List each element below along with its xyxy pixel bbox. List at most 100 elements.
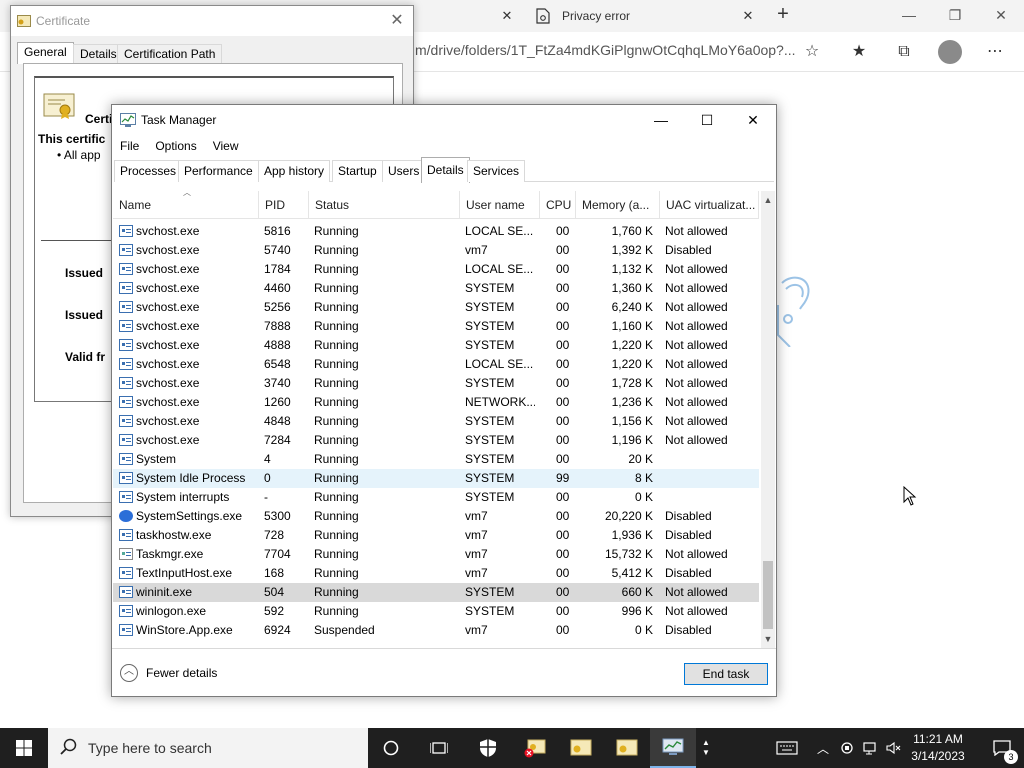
end-task-button[interactable]: End task [684, 663, 768, 685]
table-row[interactable]: svchost.exe 3740 Running SYSTEM 00 1,728 K Not… [113, 374, 759, 393]
collections-icon[interactable]: ⧉ [892, 40, 916, 64]
chevron-up-icon[interactable]: ▲ [702, 738, 710, 748]
close-button[interactable]: ✕ [978, 0, 1024, 32]
service-icon [119, 434, 133, 446]
close-icon[interactable]: ✕ [387, 11, 407, 31]
tray-icon-network[interactable] [860, 728, 882, 768]
vertical-scrollbar[interactable]: ▲ ▼ [761, 191, 775, 648]
taskbar-app-security[interactable] [465, 728, 511, 768]
table-row[interactable]: winlogon.exe 592 Running SYSTEM 00 996 K Not a… [113, 602, 759, 621]
taskbar-app-certificate-2[interactable] [604, 728, 650, 768]
cortana-button[interactable] [368, 728, 414, 768]
tab-users[interactable]: Users [382, 160, 426, 182]
column-header-memory[interactable]: Memory (a... [576, 191, 660, 219]
column-header-user-name[interactable]: User name [460, 191, 540, 219]
process-name: wininit.exe [136, 585, 193, 599]
task-view-button[interactable] [416, 728, 462, 768]
minimize-button[interactable]: — [638, 105, 684, 135]
more-options-icon[interactable]: ⋯ [983, 40, 1007, 64]
column-header-name[interactable]: ︿ Name [113, 191, 259, 219]
table-row[interactable]: svchost.exe 4888 Running SYSTEM 00 1,220 K Not… [113, 336, 759, 355]
column-header-pid[interactable]: PID [259, 191, 309, 219]
table-row[interactable]: svchost.exe 7888 Running SYSTEM 00 1,160 K Not… [113, 317, 759, 336]
tab-startup[interactable]: Startup [332, 160, 383, 182]
table-row[interactable]: TextInputHost.exe 168 Running vm7 00 5,412 K D… [113, 564, 759, 583]
close-icon[interactable]: ✕ [499, 8, 515, 24]
table-row[interactable]: svchost.exe 5740 Running vm7 00 1,392 K Disabl… [113, 241, 759, 260]
maximize-button[interactable]: ☐ [684, 105, 730, 135]
table-row[interactable]: System interrupts - Running SYSTEM 00 0 K [113, 488, 759, 507]
table-row[interactable]: wininit.exe 504 Running SYSTEM 00 660 K Not al… [113, 583, 759, 602]
menu-view[interactable]: View [205, 136, 247, 156]
column-header-cpu[interactable]: CPU [540, 191, 576, 219]
process-name: svchost.exe [136, 376, 200, 390]
minimize-button[interactable]: — [886, 0, 932, 32]
scrollbar-thumb[interactable] [763, 561, 773, 629]
tab-certification-path[interactable]: Certification Path [117, 44, 223, 64]
task-manager-title-bar[interactable]: Task Manager — ☐ ✕ [112, 105, 776, 135]
scroll-up-icon[interactable]: ▲ [761, 193, 775, 207]
table-row[interactable]: svchost.exe 6548 Running LOCAL SE... 00 1,220… [113, 355, 759, 374]
task-manager-window: Task Manager — ☐ ✕ File Options View Pro… [111, 104, 777, 697]
menu-options[interactable]: Options [147, 136, 204, 156]
tab-processes[interactable]: Processes [114, 160, 183, 182]
tab-services[interactable]: Services [467, 160, 526, 182]
profile-avatar[interactable] [938, 40, 962, 64]
table-row[interactable]: System 4 Running SYSTEM 00 20 K [113, 450, 759, 469]
add-favorite-icon[interactable]: ☆ [800, 40, 824, 64]
tab-app-history[interactable]: App history [258, 160, 331, 182]
table-row[interactable]: SystemSettings.exe 5300 Running vm7 00 20,220… [113, 507, 759, 526]
column-header-uac[interactable]: UAC virtualizat... [660, 191, 759, 219]
service-icon [119, 491, 133, 503]
table-row[interactable]: svchost.exe 1784 Running LOCAL SE... 00 1,132… [113, 260, 759, 279]
process-uac: Not allowed [665, 376, 728, 390]
table-row[interactable]: svchost.exe 4460 Running SYSTEM 00 1,360 K Not… [113, 279, 759, 298]
taskbar-scroll-arrows[interactable]: ▲ ▼ [698, 728, 714, 768]
taskbar-app-certificate[interactable] [558, 728, 604, 768]
tab-details[interactable]: Details [421, 157, 470, 183]
process-cpu: 00 [556, 300, 570, 314]
browser-tab-previous[interactable]: ✕ [415, 0, 527, 32]
touch-keyboard-button[interactable] [772, 728, 802, 768]
tab-general[interactable]: General [17, 42, 74, 64]
tab-performance[interactable]: Performance [178, 160, 259, 182]
table-row[interactable]: svchost.exe 4848 Running SYSTEM 00 1,156 K Not… [113, 412, 759, 431]
taskbar-clock[interactable]: 11:21 AM 3/14/2023 [900, 731, 976, 765]
column-header-status[interactable]: Status [309, 191, 460, 219]
taskbar-search-box[interactable]: Type here to search [48, 728, 368, 768]
scroll-down-icon[interactable]: ▼ [761, 632, 775, 646]
table-row[interactable]: WinStore.App.exe 6924 Suspended vm7 00 0 K Dis… [113, 621, 759, 640]
process-pid: 1260 [264, 395, 291, 409]
favorites-icon[interactable]: ★ [847, 40, 871, 64]
table-row[interactable]: Taskmgr.exe 7704 Running vm7 00 15,732 K Not a… [113, 545, 759, 564]
document-icon [536, 8, 550, 24]
fewer-details-button[interactable]: ︿ Fewer details [120, 664, 217, 682]
process-name: System Idle Process [136, 471, 246, 485]
menu-file[interactable]: File [112, 136, 147, 156]
table-row[interactable]: svchost.exe 7284 Running SYSTEM 00 1,196 K Not… [113, 431, 759, 450]
table-row[interactable]: svchost.exe 1260 Running NETWORK... 00 1,236 … [113, 393, 759, 412]
process-uac: Not allowed [665, 319, 728, 333]
show-hidden-icons-button[interactable]: ︿ [812, 728, 834, 768]
taskbar-app-certificate-error[interactable] [512, 728, 558, 768]
close-button[interactable]: ✕ [730, 105, 776, 135]
start-button[interactable] [0, 728, 48, 768]
address-bar[interactable]: m/drive/folders/1T_FtZa4mdKGiPlgnwOtCqhq… [415, 42, 796, 58]
process-name-cell: wininit.exe [119, 583, 259, 602]
table-row[interactable]: svchost.exe 5256 Running SYSTEM 00 6,240 K Not… [113, 298, 759, 317]
chevron-down-icon[interactable]: ▼ [702, 748, 710, 758]
service-icon [119, 453, 133, 465]
action-center-button[interactable]: 3 [980, 728, 1024, 768]
browser-tab-privacy-error[interactable]: Privacy error ✕ [528, 0, 764, 32]
process-name-cell: svchost.exe [119, 393, 259, 412]
taskbar-app-task-manager[interactable] [650, 728, 696, 768]
close-icon[interactable]: ✕ [740, 8, 756, 24]
new-tab-button[interactable]: + [772, 4, 794, 26]
shield-icon [480, 739, 496, 757]
table-row[interactable]: taskhostw.exe 728 Running vm7 00 1,936 K Disab… [113, 526, 759, 545]
table-row[interactable]: svchost.exe 5816 Running LOCAL SE... 00 1,760… [113, 222, 759, 241]
table-row[interactable]: System Idle Process 0 Running SYSTEM 99 8 K [113, 469, 759, 488]
certificate-title-bar[interactable]: Certificate ✕ [11, 6, 413, 36]
tray-icon-device[interactable] [836, 728, 858, 768]
restore-button[interactable]: ❐ [932, 0, 978, 32]
